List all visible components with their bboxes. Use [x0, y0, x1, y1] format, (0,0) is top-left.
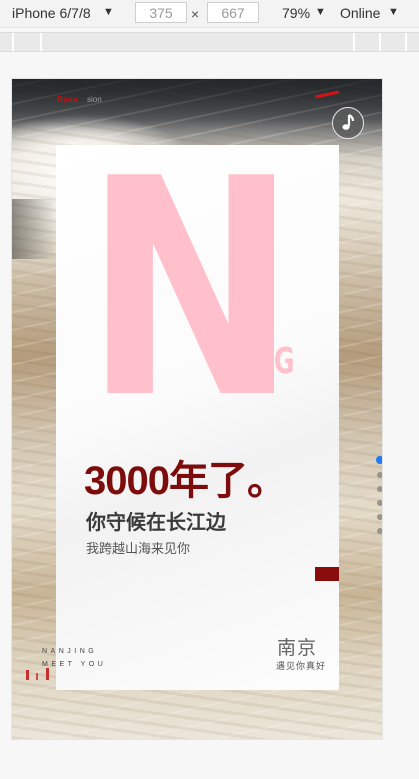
page-dot[interactable] [377, 500, 382, 506]
zoom-dropdown-arrow-icon[interactable]: ▼ [315, 6, 326, 18]
letters-an: AN [234, 301, 275, 342]
page-dot[interactable] [377, 514, 382, 520]
letters-jing: JING [234, 341, 295, 382]
tagline: 我跨越山海来见你 [86, 541, 191, 556]
device-select[interactable]: iPhone 6/7/8 [12, 5, 91, 21]
page-dot[interactable] [377, 528, 382, 534]
height-input[interactable]: 667 [207, 2, 259, 23]
headline: 3000年了。 [84, 459, 287, 503]
poster-card: N AN JING 3000年了。 你守候在长江边 我跨越山海来见你 [56, 140, 339, 690]
city-subtitle: 遇见你真好 [276, 661, 327, 671]
red-tab-marker [315, 567, 339, 581]
city-name: 南京 [277, 637, 318, 659]
page-dot[interactable] [377, 472, 382, 478]
brand-logo: Ryan [57, 95, 78, 104]
music-note-icon [342, 114, 355, 130]
music-button[interactable] [332, 107, 364, 139]
page-dot-active[interactable] [376, 456, 382, 464]
devtools-toolbar: iPhone 6/7/8 ▼ 375 × 667 79% ▼ Online ▼ [0, 0, 419, 28]
english-line-1: NANJING [42, 648, 98, 655]
brand-logo-sub: sion [87, 95, 102, 104]
device-dropdown-arrow-icon[interactable]: ▼ [103, 6, 114, 18]
page-dot[interactable] [377, 486, 382, 492]
media-query-ruler[interactable] [0, 32, 419, 52]
width-input[interactable]: 375 [135, 2, 187, 23]
page-indicator [376, 456, 382, 542]
times-separator: × [191, 6, 200, 22]
flower-decoration [26, 668, 49, 680]
subtitle: 你守候在长江边 [86, 512, 226, 534]
zoom-select[interactable]: 79% [282, 5, 310, 21]
network-dropdown-arrow-icon[interactable]: ▼ [388, 6, 399, 18]
phone-viewport: Ryan sion N AN JING 3000年了。 你守候在长江边 我跨越山… [12, 79, 382, 739]
network-select[interactable]: Online [340, 5, 380, 21]
painting-dark-left [12, 199, 57, 259]
